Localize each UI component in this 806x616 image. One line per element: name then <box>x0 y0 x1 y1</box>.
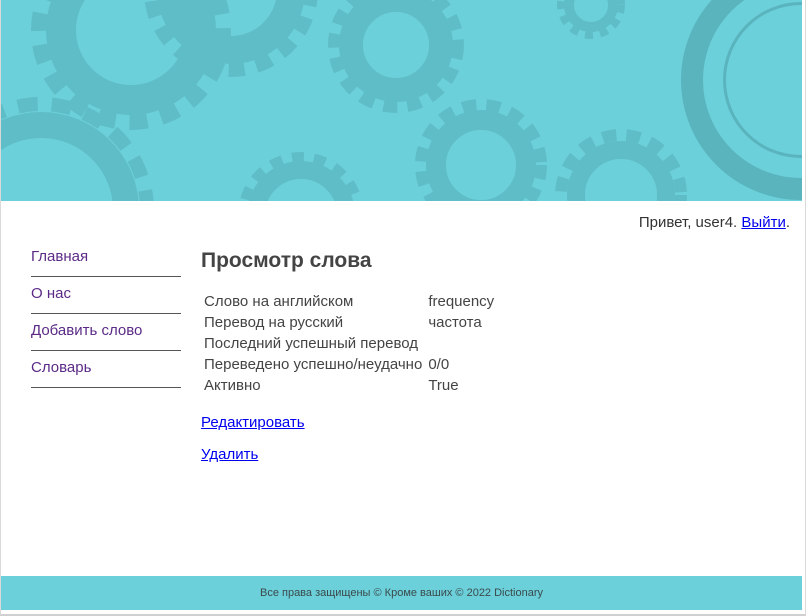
sidebar-item-about[interactable]: О нас <box>31 277 181 314</box>
logout-link[interactable]: Выйти <box>741 214 785 231</box>
gears-pattern-icon <box>1 0 802 201</box>
row-label: Последний успешный перевод <box>204 335 419 352</box>
sidebar-nav: Главная О нас Добавить слово Словарь <box>31 240 181 388</box>
table-row: Перевод на русский частота <box>201 313 497 334</box>
word-details-table: Слово на английском frequency Перевод на… <box>201 292 497 397</box>
sidebar-item-add-word[interactable]: Добавить слово <box>31 314 181 351</box>
row-value: частота <box>428 314 482 331</box>
footer: Все права защищены © Кроме ваших © 2022 … <box>1 576 802 610</box>
row-label: Слово на английском <box>204 293 354 310</box>
row-value: 0/0 <box>428 356 450 373</box>
table-row: Переведено успешно/неудачно 0/0 <box>201 355 497 376</box>
word-details-section: Просмотр слова Слово на английском frequ… <box>201 246 761 397</box>
delete-link[interactable]: Удалить <box>201 446 258 463</box>
row-label: Переведено успешно/неудачно <box>204 356 423 373</box>
table-row: Слово на английском frequency <box>201 292 497 313</box>
table-row: Активно True <box>201 376 497 397</box>
row-label: Активно <box>204 377 261 394</box>
row-value: True <box>428 377 459 394</box>
greeting-trailing: . <box>785 214 790 231</box>
greeting-text: Привет, user4. <box>638 214 738 231</box>
row-value <box>425 334 497 355</box>
user-greeting: Привет, user4. Выйти. <box>639 214 790 231</box>
footer-text: Все права защищены © Кроме ваших © 2022 … <box>259 587 544 599</box>
edit-link[interactable]: Редактировать <box>201 414 305 431</box>
row-label: Перевод на русский <box>204 314 344 331</box>
sidebar-item-dictionary[interactable]: Словарь <box>31 351 181 388</box>
sidebar-item-home[interactable]: Главная <box>31 240 181 277</box>
row-value: frequency <box>428 293 495 310</box>
table-row: Последний успешный перевод <box>201 334 497 355</box>
header-banner <box>1 0 802 201</box>
page-title: Просмотр слова <box>201 249 372 272</box>
